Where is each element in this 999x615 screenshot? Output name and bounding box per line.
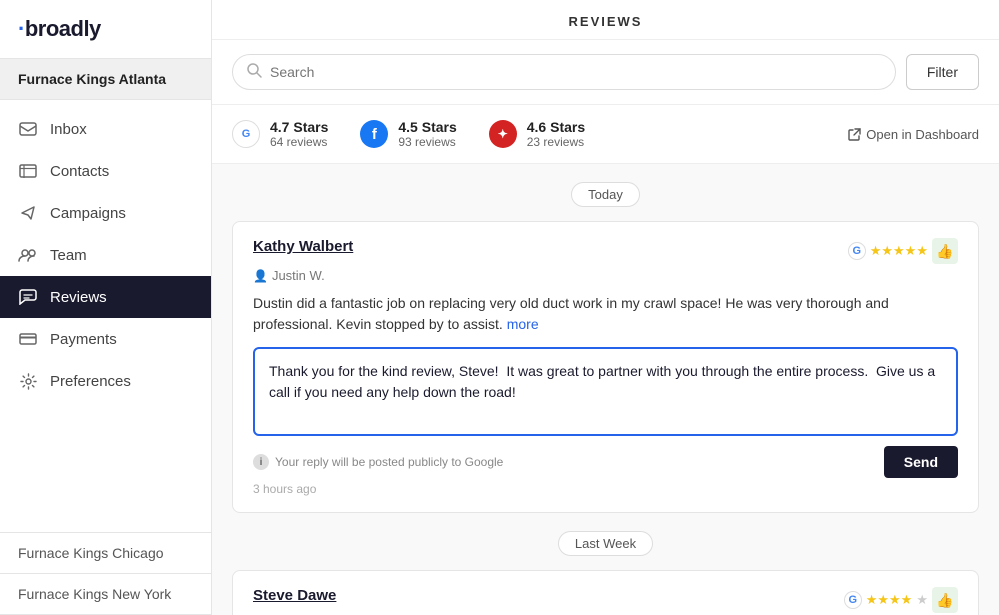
review-card-kathy: Kathy Walbert G ★★★★★ 👍 👤 Justin W. Dust… xyxy=(232,221,979,513)
reply-textarea-kathy[interactable] xyxy=(269,361,942,417)
open-dashboard-label: Open in Dashboard xyxy=(866,127,979,142)
sidebar-nav: Inbox Contacts Campaigns Team Reviews xyxy=(0,100,211,532)
stars-empty-steve: ★ xyxy=(916,592,928,608)
search-box[interactable] xyxy=(232,54,896,90)
open-dashboard-link[interactable]: Open in Dashboard xyxy=(848,127,979,142)
google-stars: 4.7 Stars xyxy=(270,119,328,135)
filter-button[interactable]: Filter xyxy=(906,54,979,90)
yelp-logo: ✦ xyxy=(489,120,517,148)
yelp-stat: ✦ 4.6 Stars 23 reviews xyxy=(489,119,585,149)
rating-badge-steve: G ★★★★★ 👍 xyxy=(844,587,958,613)
rating-badge-kathy: G ★★★★★ 👍 xyxy=(848,238,958,264)
google-badge-steve: G xyxy=(844,591,862,609)
reply-notice-kathy: i Your reply will be posted publicly to … xyxy=(253,454,503,470)
toolbar: Filter xyxy=(212,40,999,105)
sidebar-item-team-label: Team xyxy=(50,247,87,264)
sidebar-location-chicago[interactable]: Furnace Kings Chicago xyxy=(0,533,211,574)
review-meta-kathy: 👤 Justin W. xyxy=(253,268,958,283)
review-header-steve: Steve Dawe G ★★★★★ 👍 xyxy=(253,587,958,613)
contacts-icon xyxy=(18,161,38,181)
reviews-feed: Today Kathy Walbert G ★★★★★ 👍 👤 Justin W… xyxy=(212,164,999,615)
assigned-to-kathy: Justin W. xyxy=(272,268,325,283)
yelp-stat-text: 4.6 Stars 23 reviews xyxy=(527,119,585,149)
review-card-steve: Steve Dawe G ★★★★★ 👍 👤 Joe R. xyxy=(232,570,979,615)
google-stat-text: 4.7 Stars 64 reviews xyxy=(270,119,328,149)
facebook-reviews: 93 reviews xyxy=(398,135,456,149)
reply-box-kathy[interactable] xyxy=(253,347,958,436)
preferences-icon xyxy=(18,371,38,391)
google-logo: G xyxy=(232,120,260,148)
person-icon-kathy: 👤 xyxy=(253,269,268,283)
page-title: REVIEWS xyxy=(212,14,999,29)
inbox-icon xyxy=(18,119,38,139)
info-icon-kathy: i xyxy=(253,454,269,470)
google-reviews: 64 reviews xyxy=(270,135,328,149)
sidebar-item-inbox[interactable]: Inbox xyxy=(0,108,211,150)
review-time-kathy: 3 hours ago xyxy=(253,482,958,496)
stats-bar: G 4.7 Stars 64 reviews f 4.5 Stars 93 re… xyxy=(212,105,999,164)
active-location[interactable]: Furnace Kings Atlanta xyxy=(0,58,211,100)
google-stat: G 4.7 Stars 64 reviews xyxy=(232,119,328,149)
thumbup-steve[interactable]: 👍 xyxy=(932,587,958,613)
search-icon xyxy=(247,63,262,81)
logo: ·broadly xyxy=(18,16,101,42)
reply-notice-text-kathy: Your reply will be posted publicly to Go… xyxy=(275,455,503,469)
sidebar-item-campaigns[interactable]: Campaigns xyxy=(0,192,211,234)
sidebar-item-contacts-label: Contacts xyxy=(50,163,109,180)
sidebar-item-reviews-label: Reviews xyxy=(50,289,107,306)
yelp-stars: 4.6 Stars xyxy=(527,119,585,135)
sidebar-item-reviews[interactable]: Reviews xyxy=(0,276,211,318)
google-badge-kathy: G xyxy=(848,242,866,260)
page-header: REVIEWS xyxy=(212,0,999,40)
yelp-reviews: 23 reviews xyxy=(527,135,585,149)
read-more-link-kathy[interactable]: more xyxy=(507,316,539,332)
payments-icon xyxy=(18,329,38,349)
reply-footer-kathy: i Your reply will be posted publicly to … xyxy=(253,446,958,478)
send-button-kathy[interactable]: Send xyxy=(884,446,958,478)
reviewer-name-steve[interactable]: Steve Dawe xyxy=(253,587,336,604)
sidebar-item-contacts[interactable]: Contacts xyxy=(0,150,211,192)
logo-area: ·broadly xyxy=(0,0,211,58)
sidebar-item-preferences[interactable]: Preferences xyxy=(0,360,211,402)
sidebar-location-newyork[interactable]: Furnace Kings New York xyxy=(0,574,211,615)
today-separator: Today xyxy=(232,182,979,207)
sidebar-item-campaigns-label: Campaigns xyxy=(50,205,126,222)
facebook-stars: 4.5 Stars xyxy=(398,119,456,135)
main-content: REVIEWS Filter G 4.7 Stars 64 reviews f xyxy=(212,0,999,615)
sidebar-item-preferences-label: Preferences xyxy=(50,373,131,390)
review-text-kathy: Dustin did a fantastic job on replacing … xyxy=(253,293,958,335)
facebook-stat: f 4.5 Stars 93 reviews xyxy=(360,119,456,149)
stars-full-steve: ★★★★ xyxy=(866,592,913,608)
last-week-badge: Last Week xyxy=(558,531,653,556)
facebook-stat-text: 4.5 Stars 93 reviews xyxy=(398,119,456,149)
reviews-icon xyxy=(18,287,38,307)
sidebar-item-inbox-label: Inbox xyxy=(50,121,87,138)
stars-kathy: ★★★★★ xyxy=(870,243,928,259)
search-input[interactable] xyxy=(270,64,881,80)
last-week-separator: Last Week xyxy=(232,531,979,556)
logo-symbol: · xyxy=(18,16,25,41)
sidebar: ·broadly Furnace Kings Atlanta Inbox Con… xyxy=(0,0,212,615)
campaigns-icon xyxy=(18,203,38,223)
reviewer-name-kathy[interactable]: Kathy Walbert xyxy=(253,238,353,255)
today-badge: Today xyxy=(571,182,640,207)
sidebar-item-payments[interactable]: Payments xyxy=(0,318,211,360)
team-icon xyxy=(18,245,38,265)
thumbup-kathy[interactable]: 👍 xyxy=(932,238,958,264)
review-header-kathy: Kathy Walbert G ★★★★★ 👍 xyxy=(253,238,958,264)
sidebar-item-team[interactable]: Team xyxy=(0,234,211,276)
sidebar-item-payments-label: Payments xyxy=(50,331,117,348)
external-link-icon xyxy=(848,128,861,141)
facebook-logo: f xyxy=(360,120,388,148)
